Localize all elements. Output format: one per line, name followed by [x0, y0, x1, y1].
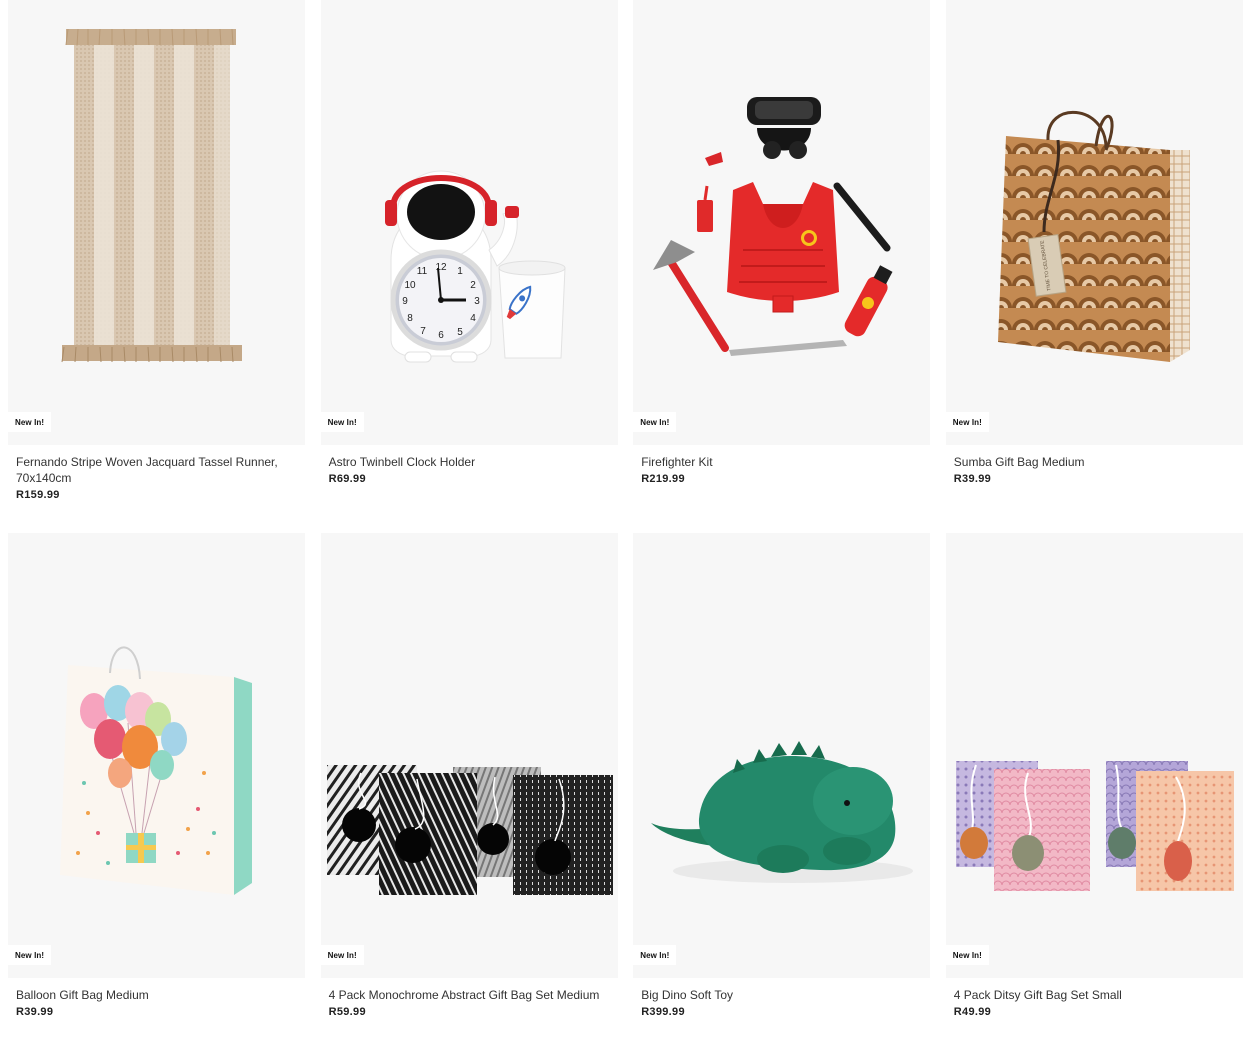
product-title[interactable]: Astro Twinbell Clock Holder [329, 454, 610, 470]
clock-number: 8 [407, 313, 413, 324]
product-image[interactable]: New In! [633, 0, 931, 445]
product-price: R49.99 [953, 1006, 992, 1018]
product-image[interactable]: 12 1 2 3 4 5 6 7 8 9 10 11 New In! [320, 0, 618, 445]
product-title[interactable]: Balloon Gift Bag Medium [16, 987, 297, 1003]
product-card[interactable]: New In! Firefighter Kit R219.99 [633, 0, 931, 533]
product-card[interactable]: TIME TO CELEBRATE New In! Sumba Gift Bag… [945, 0, 1243, 533]
clock-number: 12 [435, 262, 447, 273]
new-in-badge: New In! [8, 412, 52, 432]
product-image[interactable]: New In! [320, 533, 618, 978]
new-in-badge: New In! [320, 412, 364, 432]
product-title[interactable]: 4 Pack Ditsy Gift Bag Set Small [954, 987, 1235, 1003]
new-in-badge: New In! [633, 412, 677, 432]
new-in-badge: New In! [320, 945, 364, 965]
balloon-gift-bag-image [60, 646, 252, 895]
product-title[interactable]: Big Dino Soft Toy [641, 987, 922, 1003]
tassel-runner-image [61, 28, 242, 363]
clock-number: 4 [470, 313, 476, 324]
clock-number: 1 [457, 266, 463, 277]
product-card[interactable]: New In! Big Dino Soft Toy R399.99 [633, 533, 931, 1050]
product-price: R159.99 [16, 489, 60, 501]
sumba-gift-bag-image: TIME TO CELEBRATE [997, 110, 1190, 362]
product-price: R39.99 [953, 473, 992, 485]
clock-number: 9 [402, 296, 408, 307]
product-card[interactable]: New In! Balloon Gift Bag Medium R39.99 [8, 533, 305, 1050]
product-price: R69.99 [328, 473, 366, 485]
product-card[interactable]: 12 1 2 3 4 5 6 7 8 9 10 11 New In! Astro… [320, 0, 618, 533]
product-card[interactable]: New In! Fernando Stripe Woven Jacquard T… [8, 0, 305, 533]
product-card[interactable]: New In! 4 Pack Ditsy Gift Bag Set Small … [945, 533, 1243, 1050]
new-in-badge: New In! [8, 945, 52, 965]
clock-number: 3 [474, 296, 480, 307]
product-grid: New In! Fernando Stripe Woven Jacquard T… [8, 0, 1243, 1050]
clock-number: 10 [404, 280, 416, 291]
product-price: R219.99 [641, 473, 685, 485]
product-title[interactable]: Fernando Stripe Woven Jacquard Tassel Ru… [16, 454, 297, 486]
clock-number: 6 [438, 330, 444, 341]
product-price: R59.99 [328, 1006, 366, 1018]
dino-soft-toy-image [651, 741, 914, 883]
product-title[interactable]: Firefighter Kit [641, 454, 922, 470]
product-price: R39.99 [16, 1006, 54, 1018]
monochrome-gift-bags-image [326, 765, 613, 895]
product-title[interactable]: Sumba Gift Bag Medium [954, 454, 1235, 470]
product-card[interactable]: New In! 4 Pack Monochrome Abstract Gift … [320, 533, 618, 1050]
product-image[interactable]: TIME TO CELEBRATE New In! [945, 0, 1243, 445]
new-in-badge: New In! [945, 945, 989, 965]
clock-number: 11 [416, 266, 427, 277]
product-price: R399.99 [641, 1006, 685, 1018]
product-image[interactable]: New In! [8, 533, 305, 978]
clock-number: 7 [420, 326, 426, 337]
firefighter-kit-image [653, 97, 893, 356]
product-image[interactable]: New In! [8, 0, 305, 445]
product-title[interactable]: 4 Pack Monochrome Abstract Gift Bag Set … [329, 987, 610, 1003]
ditsy-gift-bags-image [955, 761, 1234, 891]
new-in-badge: New In! [633, 945, 677, 965]
astronaut-clock-image: 12 1 2 3 4 5 6 7 8 9 10 11 [384, 170, 566, 363]
product-image[interactable]: New In! [945, 533, 1243, 978]
new-in-badge: New In! [945, 412, 989, 432]
clock-number: 5 [457, 327, 463, 338]
clock-number: 2 [470, 280, 476, 291]
product-image[interactable]: New In! [633, 533, 931, 978]
